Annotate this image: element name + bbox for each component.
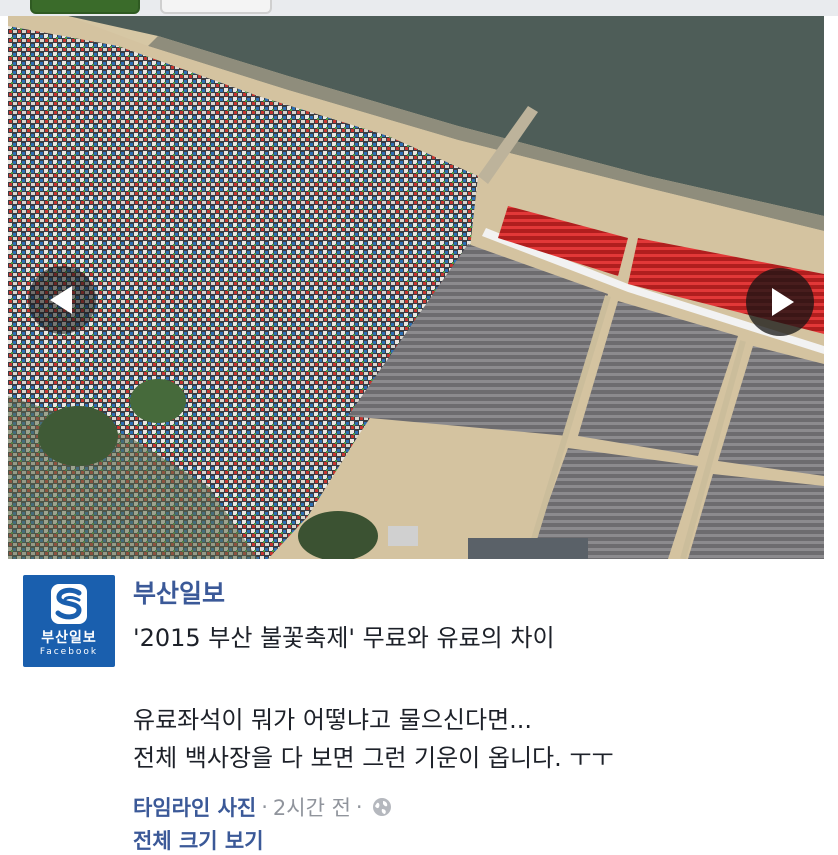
page-avatar[interactable]: 부산일보 Facebook	[23, 575, 115, 667]
meta-separator: ·	[261, 795, 268, 819]
logo-subtitle: Facebook	[39, 647, 99, 657]
chevron-right-icon	[772, 288, 794, 316]
album-link[interactable]: 타임라인 사진	[133, 792, 256, 822]
busan-ilbo-logo-icon	[51, 584, 87, 624]
post-photo[interactable]	[8, 16, 824, 559]
post-title: '2015 부산 불꽃축제' 무료와 유료의 차이	[133, 624, 555, 652]
top-bar	[0, 0, 838, 16]
post-timestamp[interactable]: 2시간 전	[273, 792, 351, 822]
post-body-line-2: 전체 백사장을 다 보면 그런 기운이 옵니다. ㅜㅜ	[133, 744, 614, 772]
top-action-button[interactable]	[30, 0, 140, 14]
top-secondary-button[interactable]	[160, 0, 272, 14]
logo-name: 부산일보	[41, 630, 97, 646]
chevron-left-icon	[50, 286, 72, 314]
previous-photo-button[interactable]	[28, 266, 96, 334]
meta-separator: ·	[355, 795, 363, 819]
beach-aerial-image	[8, 16, 824, 559]
view-full-size-link[interactable]: 전체 크기 보기	[133, 825, 264, 855]
next-photo-button[interactable]	[746, 268, 814, 336]
page-name-link[interactable]: 부산일보	[133, 574, 225, 610]
post-body-line-1: 유료좌석이 뭐가 어떻냐고 물으신다면...	[133, 706, 533, 734]
globe-icon[interactable]	[372, 797, 392, 817]
post-meta: 타임라인 사진 · 2시간 전 ·	[133, 792, 392, 822]
